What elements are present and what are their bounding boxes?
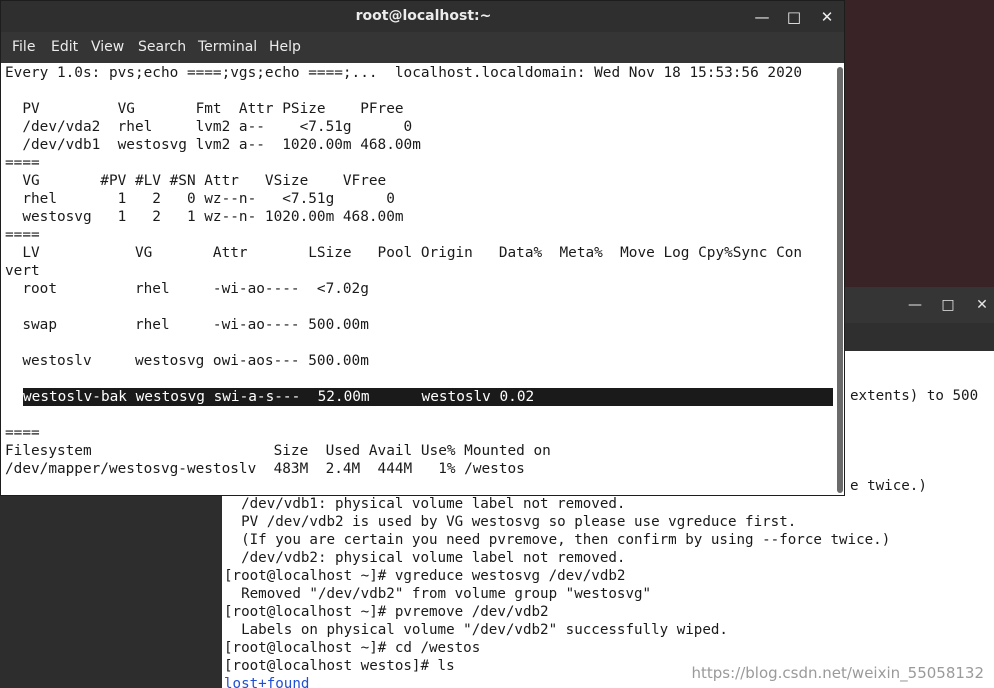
maximize-icon[interactable]: □: [938, 295, 958, 315]
terminal-line-selected: westoslv-bak westosvg swi-a-s--- 52.00m …: [23, 389, 535, 405]
menu-help[interactable]: Help: [269, 32, 301, 63]
terminal-window[interactable]: root@localhost:~ — □ ✕ File Edit View Se…: [0, 0, 845, 496]
terminal-line: vert: [5, 263, 40, 279]
watermark-text: https://blog.csdn.net/weixin_55058132: [691, 664, 984, 682]
maximize-icon[interactable]: □: [783, 6, 805, 28]
terminal-line: /dev/vdb1: physical volume label not rem…: [224, 496, 626, 512]
terminal-line: ====: [5, 227, 40, 243]
minimize-icon[interactable]: —: [905, 295, 925, 315]
menu-search[interactable]: Search: [138, 32, 186, 63]
terminal-line: westoslv westosvg owi-aos--- 500.00m: [5, 353, 369, 369]
menu-view[interactable]: View: [91, 32, 124, 63]
terminal-line: root rhel -wi-ao---- <7.02g: [5, 281, 369, 297]
terminal-line: [root@localhost ~]# pvremove /dev/vdb2: [224, 604, 549, 620]
terminal-line: swap rhel -wi-ao---- 500.00m: [5, 317, 369, 333]
terminal-line: /dev/vdb1 westosvg lvm2 a-- 1020.00m 468…: [5, 137, 421, 153]
terminal-line: ====: [5, 425, 40, 441]
terminal-line: rhel 1 2 0 wz--n- <7.51g 0: [5, 191, 395, 207]
terminal-line: ====: [5, 155, 40, 171]
terminal-line-directory: lost+found: [224, 676, 310, 688]
menubar: File Edit View Search Terminal Help: [1, 32, 844, 63]
terminal-line-partial: e twice.): [850, 478, 927, 494]
close-icon[interactable]: ✕: [816, 6, 838, 28]
terminal-line: PV /dev/vdb2 is used by VG westosvg so p…: [224, 514, 797, 530]
menu-edit[interactable]: Edit: [51, 32, 78, 63]
terminal-line: PV VG Fmt Attr PSize PFree: [5, 101, 404, 117]
terminal-line: [root@localhost ~]# cd /westos: [224, 640, 481, 656]
menu-terminal[interactable]: Terminal: [198, 32, 257, 63]
scrollbar[interactable]: [835, 63, 844, 495]
terminal-line: VG #PV #LV #SN Attr VSize VFree: [5, 173, 387, 189]
terminal-line-watch-header: Every 1.0s: pvs;echo ====;vgs;echo ====;…: [5, 65, 803, 81]
terminal-line: [root@localhost westos]# ls: [224, 658, 455, 674]
terminal-line: /dev/vda2 rhel lvm2 a-- <7.51g 0: [5, 119, 413, 135]
menu-file[interactable]: File: [12, 32, 35, 63]
window-title: root@localhost:~: [355, 8, 492, 24]
scrollbar-thumb[interactable]: [837, 67, 843, 493]
terminal-line: /dev/mapper/westosvg-westoslv 483M 2.4M …: [5, 461, 525, 477]
terminal-line-partial: extents) to 500: [850, 388, 979, 404]
minimize-icon[interactable]: —: [751, 6, 773, 28]
terminal-line: (If you are certain you need pvremove, t…: [224, 532, 891, 548]
close-icon[interactable]: ✕: [972, 295, 992, 315]
terminal-line: /dev/vdb2: physical volume label not rem…: [224, 550, 626, 566]
terminal-line: westosvg 1 2 1 wz--n- 1020.00m 468.00m: [5, 209, 404, 225]
terminal-line: LV VG Attr LSize Pool Origin Data% Meta%…: [5, 245, 803, 261]
terminal-line: Filesystem Size Used Avail Use% Mounted …: [5, 443, 551, 459]
titlebar[interactable]: root@localhost:~ — □ ✕: [1, 1, 844, 32]
desktop-background: [845, 0, 994, 290]
desktop-background-lower: [0, 496, 222, 688]
terminal-line: [root@localhost ~]# vgreduce westosvg /d…: [224, 568, 626, 584]
terminal-line: Labels on physical volume "/dev/vdb2" su…: [224, 622, 728, 638]
terminal-line: Removed "/dev/vdb2" from volume group "w…: [224, 586, 652, 602]
